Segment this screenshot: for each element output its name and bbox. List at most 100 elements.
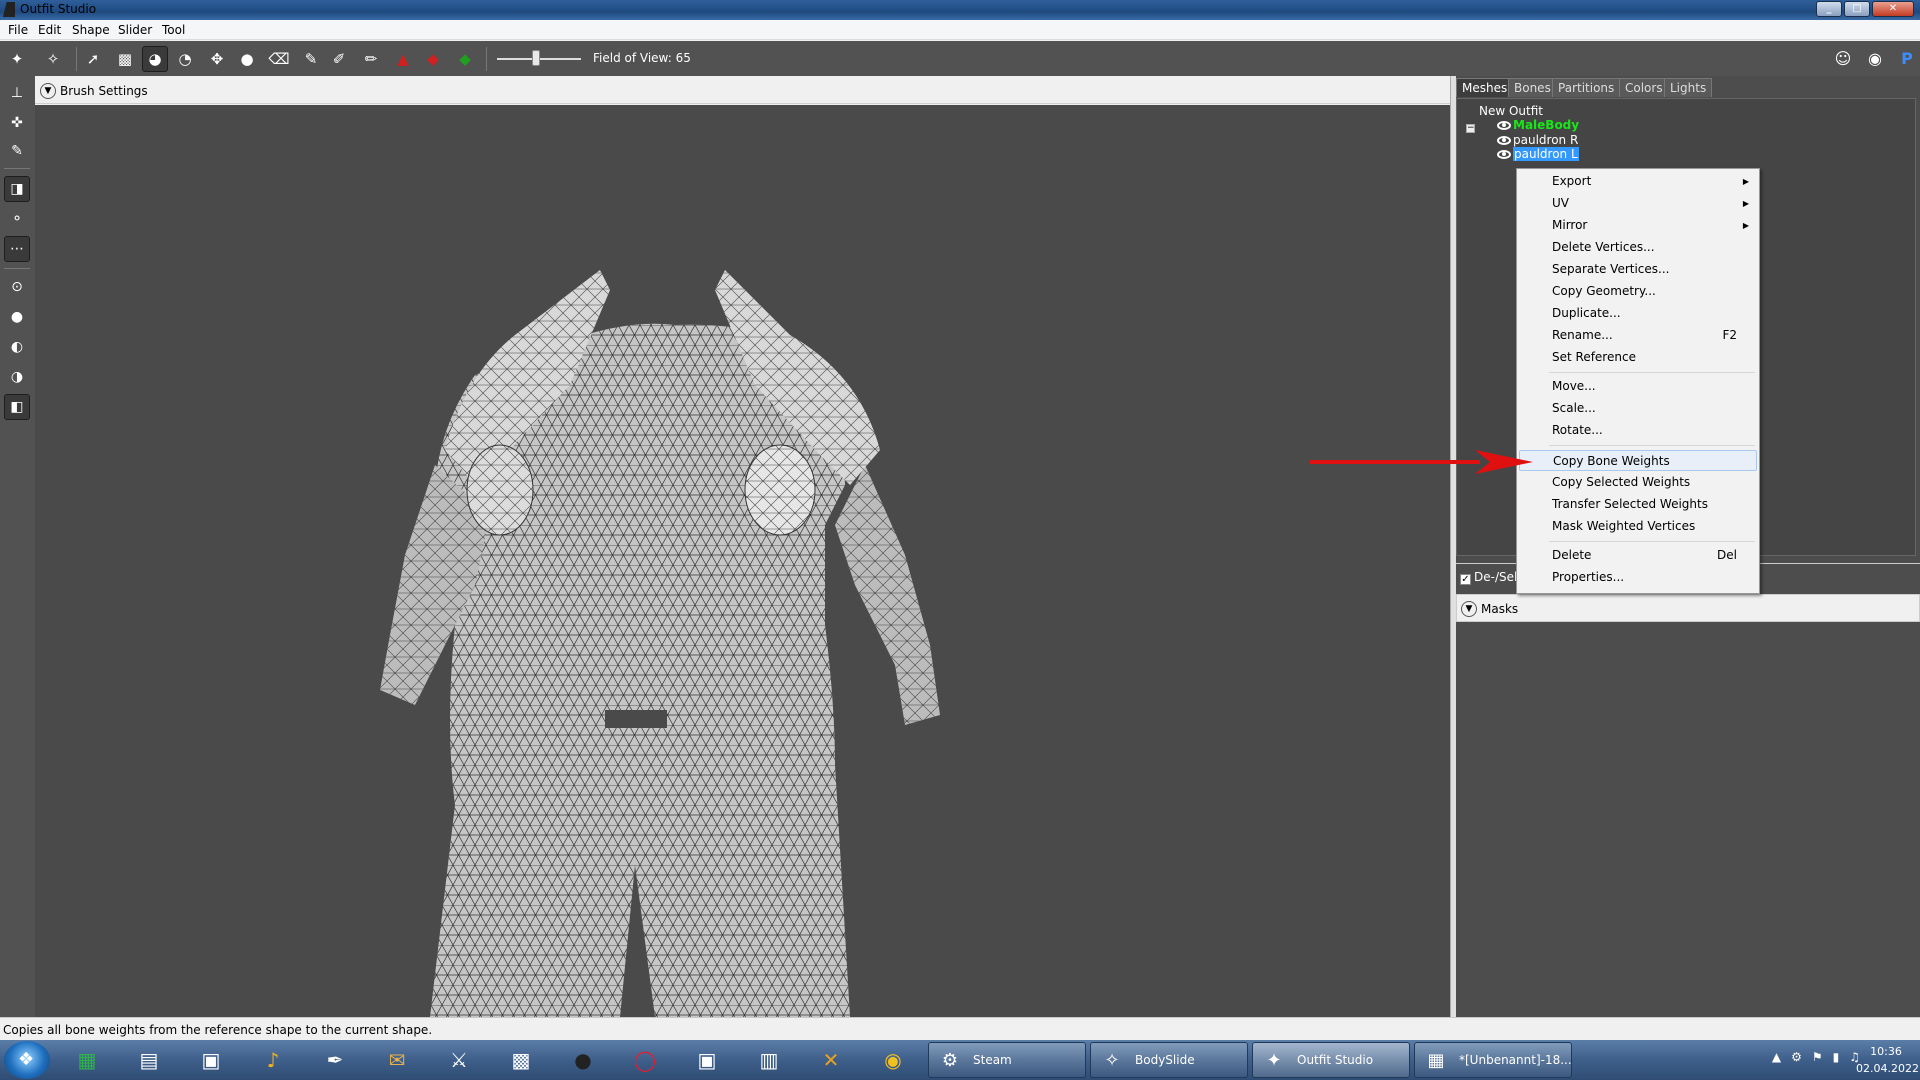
opera-icon[interactable]: ◯ — [624, 1044, 666, 1076]
view-cube-icon[interactable]: ◧ — [4, 394, 30, 420]
task-paint[interactable]: ▦ *[Unbenannt]-18.... — [1414, 1042, 1572, 1078]
mask-brush-icon[interactable]: ▩ — [112, 46, 138, 72]
sword-app-icon[interactable]: ⚔ — [438, 1044, 480, 1076]
move-brush-icon[interactable]: ✥ — [204, 46, 230, 72]
folder-app-icon[interactable]: ▣ — [686, 1044, 728, 1076]
obs-app-icon[interactable]: ● — [562, 1044, 604, 1076]
transform-icon[interactable]: ⊥ — [4, 80, 30, 106]
menu-item-duplicate[interactable]: Duplicate... — [1519, 303, 1757, 324]
tree-item-malebody[interactable]: MaleBody — [1497, 118, 1579, 132]
menu-item-export[interactable]: Export ▶ — [1519, 171, 1757, 192]
split-edge-icon[interactable]: ◆ — [452, 46, 478, 72]
inflate-brush-icon[interactable]: ◕ — [142, 46, 168, 72]
task-steam[interactable]: ⚙ Steam — [928, 1042, 1086, 1078]
scroll-app-icon[interactable]: ✉ — [376, 1044, 418, 1076]
deflate-brush-icon[interactable]: ◔ — [172, 46, 198, 72]
clock[interactable]: 10:36 02.04.2022 — [1856, 1043, 1919, 1077]
tab-partitions[interactable]: Partitions — [1552, 78, 1621, 97]
menu-item-properties[interactable]: Properties... — [1519, 567, 1757, 588]
task-bodyslide[interactable]: ✧ BodySlide — [1090, 1042, 1248, 1078]
3d-viewport[interactable] — [35, 105, 1450, 1017]
select-brush-icon[interactable]: ➚ — [80, 46, 106, 72]
lighting-icon[interactable]: ● — [4, 304, 30, 330]
close-button[interactable]: ✕ — [1872, 1, 1914, 17]
network-icon[interactable]: ▮ — [1833, 1050, 1840, 1064]
new-project-icon[interactable]: ✦ — [4, 46, 30, 72]
tab-colors[interactable]: Colors — [1619, 78, 1669, 97]
eye-icon[interactable] — [1497, 150, 1511, 159]
color-display-icon[interactable]: ◑ — [4, 364, 30, 390]
menu-item-copy-selected-weights[interactable]: Copy Selected Weights — [1519, 472, 1757, 493]
pivot-icon[interactable]: ✜ — [4, 110, 30, 136]
chrome-icon[interactable]: ◉ — [872, 1044, 914, 1076]
menu-item-move[interactable]: Move... — [1519, 376, 1757, 397]
menu-item-uv[interactable]: UV ▶ — [1519, 193, 1757, 214]
menu-item-scale[interactable]: Scale... — [1519, 398, 1757, 419]
fov-slider[interactable] — [532, 50, 540, 66]
menu-item-copy-geometry[interactable]: Copy Geometry... — [1519, 281, 1757, 302]
mx-app-icon[interactable]: ✕ — [810, 1044, 852, 1076]
pen-app-icon[interactable]: ✒ — [314, 1044, 356, 1076]
explorer-app-icon[interactable]: ▣ — [190, 1044, 232, 1076]
flip-edge-icon[interactable]: ◆ — [420, 46, 446, 72]
steam-tray-icon[interactable]: ⚙ — [1791, 1050, 1802, 1064]
menu-item-delete[interactable]: Delete Del — [1519, 545, 1757, 566]
wireframe-icon[interactable]: ⊙ — [4, 274, 30, 300]
masks-bar[interactable]: ▼ Masks — [1456, 594, 1920, 622]
color-brush-icon[interactable]: ✐ — [326, 46, 352, 72]
spreadsheet-app-icon[interactable]: ▦ — [66, 1044, 108, 1076]
maximize-button[interactable]: □ — [1844, 1, 1870, 17]
chevron-down-icon[interactable]: ▼ — [1461, 601, 1477, 617]
menu-item-copy-bone-weights[interactable]: Copy Bone Weights — [1519, 450, 1757, 471]
discord-icon[interactable]: ☺ — [1830, 46, 1856, 70]
window-app-icon[interactable]: ▥ — [748, 1044, 790, 1076]
tab-bones[interactable]: Bones — [1508, 78, 1557, 97]
vertex-edit-icon[interactable]: ✎ — [4, 138, 30, 164]
deselect-all-checkbox[interactable]: ✓ De-/Sele — [1460, 570, 1525, 585]
start-button[interactable] — [4, 1041, 50, 1079]
tab-meshes[interactable]: Meshes — [1456, 78, 1514, 97]
mirror-toggle-icon[interactable]: ◨ — [4, 176, 30, 202]
menu-slider[interactable]: Slider — [118, 23, 152, 37]
chevron-down-icon[interactable]: ▼ — [40, 83, 56, 99]
checkbox-icon[interactable]: ✓ — [1460, 574, 1471, 585]
connected-toggle-icon[interactable]: ⚬ — [4, 206, 30, 232]
game-app-icon[interactable]: ▩ — [500, 1044, 542, 1076]
alpha-brush-icon[interactable]: ✏ — [358, 46, 384, 72]
weight-brush-icon[interactable]: ✎ — [298, 46, 324, 72]
smooth-brush-icon[interactable]: ● — [234, 46, 260, 72]
tree-root[interactable]: New Outfit — [1479, 104, 1543, 118]
menu-item-set-reference[interactable]: Set Reference — [1519, 347, 1757, 368]
menu-item-delete-vertices[interactable]: Delete Vertices... — [1519, 237, 1757, 258]
menu-item-mirror[interactable]: Mirror ▶ — [1519, 215, 1757, 236]
menu-item-rename[interactable]: Rename... F2 — [1519, 325, 1757, 346]
menu-tool[interactable]: Tool — [162, 23, 185, 37]
minimize-button[interactable]: _ — [1816, 1, 1842, 17]
menu-item-transfer-selected-weights[interactable]: Transfer Selected Weights — [1519, 494, 1757, 515]
music-app-icon[interactable]: ♪ — [252, 1044, 294, 1076]
paypal-icon[interactable]: P — [1894, 46, 1920, 70]
menu-file[interactable]: File — [8, 23, 28, 37]
menu-item-mask-weighted-vertices[interactable]: Mask Weighted Vertices — [1519, 516, 1757, 537]
archive-app-icon[interactable]: ▤ — [128, 1044, 170, 1076]
menu-edit[interactable]: Edit — [38, 23, 61, 37]
mesh-render[interactable] — [35, 105, 1450, 1017]
collapse-toggle[interactable]: − — [1466, 124, 1475, 133]
flag-icon[interactable]: ⚑ — [1812, 1050, 1823, 1064]
task-outfit-studio[interactable]: ✦ Outfit Studio — [1252, 1042, 1410, 1078]
menu-item-separate-vertices[interactable]: Separate Vertices... — [1519, 259, 1757, 280]
undiff-brush-icon[interactable]: ⌫ — [266, 46, 292, 72]
brush-settings-bar[interactable]: ▼ Brush Settings — [35, 78, 1450, 104]
github-icon[interactable]: ◉ — [1862, 46, 1888, 70]
tab-lights[interactable]: Lights — [1664, 78, 1713, 97]
menu-item-rotate[interactable]: Rotate... — [1519, 420, 1757, 441]
tree-item-pauldron-r[interactable]: pauldron R — [1497, 133, 1578, 147]
tree-item-pauldron-l[interactable]: pauldron L — [1497, 147, 1579, 161]
eye-icon[interactable] — [1497, 121, 1511, 130]
bodyslide-icon[interactable]: ✧ — [40, 46, 66, 72]
collapse-vertex-icon[interactable]: ▲ — [390, 46, 416, 72]
eye-icon[interactable] — [1497, 136, 1511, 145]
vertex-dots-icon[interactable]: ⋯ — [4, 236, 30, 262]
menu-shape[interactable]: Shape — [72, 23, 110, 37]
texture-icon[interactable]: ◐ — [4, 334, 30, 360]
